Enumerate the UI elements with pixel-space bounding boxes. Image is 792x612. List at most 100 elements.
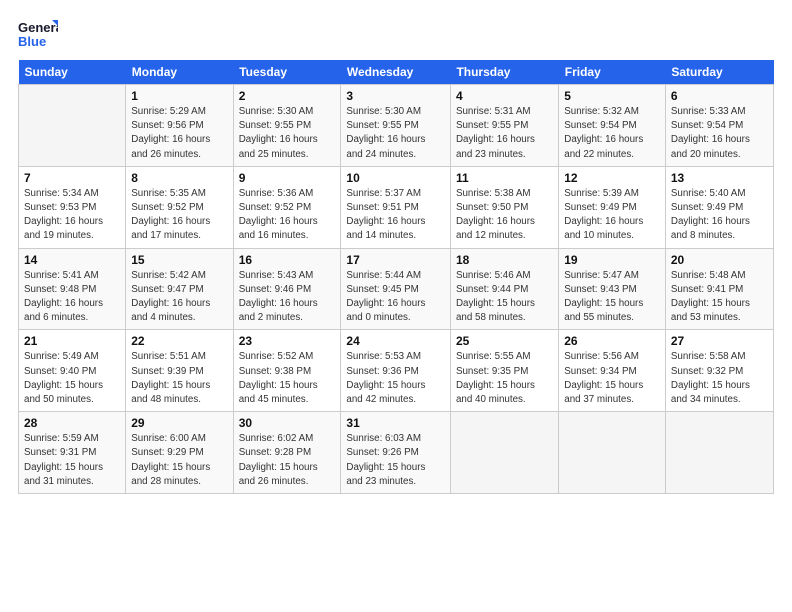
day-detail: Sunrise: 5:53 AMSunset: 9:36 PMDaylight:… xyxy=(346,350,445,407)
calendar-cell: 11 Sunrise: 5:38 AMSunset: 9:50 PMDayligh… xyxy=(450,166,558,248)
calendar-cell: 15 Sunrise: 5:42 AMSunset: 9:47 PMDayligh… xyxy=(126,248,233,330)
day-number: 10 xyxy=(346,171,445,185)
day-number: 20 xyxy=(671,253,768,267)
day-number: 21 xyxy=(24,334,120,348)
day-number: 4 xyxy=(456,89,553,103)
day-detail: Sunrise: 5:36 AMSunset: 9:52 PMDaylight:… xyxy=(239,187,336,244)
day-detail: Sunrise: 5:37 AMSunset: 9:51 PMDaylight:… xyxy=(346,187,445,244)
weekday-header-row: SundayMondayTuesdayWednesdayThursdayFrid… xyxy=(19,60,774,85)
day-number: 1 xyxy=(131,89,227,103)
day-number: 13 xyxy=(671,171,768,185)
day-number: 2 xyxy=(239,89,336,103)
calendar-cell: 25 Sunrise: 5:55 AMSunset: 9:35 PMDayligh… xyxy=(450,330,558,412)
weekday-header-sunday: Sunday xyxy=(19,60,126,85)
svg-text:Blue: Blue xyxy=(18,34,46,49)
day-detail: Sunrise: 5:33 AMSunset: 9:54 PMDaylight:… xyxy=(671,105,768,162)
day-number: 25 xyxy=(456,334,553,348)
day-number: 29 xyxy=(131,416,227,430)
calendar-cell: 28 Sunrise: 5:59 AMSunset: 9:31 PMDayligh… xyxy=(19,412,126,494)
calendar-table: SundayMondayTuesdayWednesdayThursdayFrid… xyxy=(18,60,774,494)
day-detail: Sunrise: 5:41 AMSunset: 9:48 PMDaylight:… xyxy=(24,269,120,326)
calendar-cell: 21 Sunrise: 5:49 AMSunset: 9:40 PMDayligh… xyxy=(19,330,126,412)
calendar-cell: 27 Sunrise: 5:58 AMSunset: 9:32 PMDayligh… xyxy=(665,330,773,412)
header: GeneralBlue xyxy=(18,18,774,50)
day-detail: Sunrise: 5:49 AMSunset: 9:40 PMDaylight:… xyxy=(24,350,120,407)
calendar-cell: 18Sunrise: 5:46 AMSunset: 9:44 PMDayligh… xyxy=(450,248,558,330)
calendar-cell: 7Sunrise: 5:34 AMSunset: 9:53 PMDaylight… xyxy=(19,166,126,248)
logo-svg: GeneralBlue xyxy=(18,18,58,50)
weekday-header-wednesday: Wednesday xyxy=(341,60,451,85)
weekday-header-tuesday: Tuesday xyxy=(233,60,341,85)
day-detail: Sunrise: 5:34 AMSunset: 9:53 PMDaylight:… xyxy=(24,187,120,244)
calendar-cell: 1 Sunrise: 5:29 AMSunset: 9:56 PMDaylight… xyxy=(126,85,233,167)
day-number: 30 xyxy=(239,416,336,430)
day-detail: Sunrise: 6:00 AMSunset: 9:29 PMDaylight:… xyxy=(131,432,227,489)
calendar-cell: 19Sunrise: 5:47 AMSunset: 9:43 PMDayligh… xyxy=(559,248,666,330)
day-number: 9 xyxy=(239,171,336,185)
calendar-cell: 5Sunrise: 5:32 AMSunset: 9:54 PMDaylight… xyxy=(559,85,666,167)
day-number: 15 xyxy=(131,253,227,267)
calendar-cell: 9 Sunrise: 5:36 AMSunset: 9:52 PMDaylight… xyxy=(233,166,341,248)
day-detail: Sunrise: 6:02 AMSunset: 9:28 PMDaylight:… xyxy=(239,432,336,489)
calendar-cell: 26Sunrise: 5:56 AMSunset: 9:34 PMDayligh… xyxy=(559,330,666,412)
day-number: 23 xyxy=(239,334,336,348)
day-detail: Sunrise: 5:38 AMSunset: 9:50 PMDaylight:… xyxy=(456,187,553,244)
calendar-cell: 23Sunrise: 5:52 AMSunset: 9:38 PMDayligh… xyxy=(233,330,341,412)
calendar-cell: 6 Sunrise: 5:33 AMSunset: 9:54 PMDaylight… xyxy=(665,85,773,167)
day-detail: Sunrise: 5:43 AMSunset: 9:46 PMDaylight:… xyxy=(239,269,336,326)
calendar-cell: 14 Sunrise: 5:41 AMSunset: 9:48 PMDayligh… xyxy=(19,248,126,330)
calendar-cell: 22Sunrise: 5:51 AMSunset: 9:39 PMDayligh… xyxy=(126,330,233,412)
calendar-cell xyxy=(665,412,773,494)
calendar-cell: 20 Sunrise: 5:48 AMSunset: 9:41 PMDayligh… xyxy=(665,248,773,330)
week-row-0: 1 Sunrise: 5:29 AMSunset: 9:56 PMDaylight… xyxy=(19,85,774,167)
day-detail: Sunrise: 5:48 AMSunset: 9:41 PMDaylight:… xyxy=(671,269,768,326)
day-number: 19 xyxy=(564,253,660,267)
day-detail: Sunrise: 5:31 AMSunset: 9:55 PMDaylight:… xyxy=(456,105,553,162)
day-detail: Sunrise: 5:30 AMSunset: 9:55 PMDaylight:… xyxy=(239,105,336,162)
weekday-header-friday: Friday xyxy=(559,60,666,85)
day-detail: Sunrise: 5:58 AMSunset: 9:32 PMDaylight:… xyxy=(671,350,768,407)
day-number: 24 xyxy=(346,334,445,348)
day-number: 14 xyxy=(24,253,120,267)
calendar-cell: 3Sunrise: 5:30 AMSunset: 9:55 PMDaylight… xyxy=(341,85,451,167)
logo: GeneralBlue xyxy=(18,18,58,50)
day-number: 27 xyxy=(671,334,768,348)
day-number: 6 xyxy=(671,89,768,103)
calendar-cell xyxy=(450,412,558,494)
day-detail: Sunrise: 5:29 AMSunset: 9:56 PMDaylight:… xyxy=(131,105,227,162)
week-row-1: 7Sunrise: 5:34 AMSunset: 9:53 PMDaylight… xyxy=(19,166,774,248)
calendar-container: GeneralBlue SundayMondayTuesdayWednesday… xyxy=(0,0,792,612)
calendar-cell: 16 Sunrise: 5:43 AMSunset: 9:46 PMDayligh… xyxy=(233,248,341,330)
day-number: 3 xyxy=(346,89,445,103)
day-number: 17 xyxy=(346,253,445,267)
day-detail: Sunrise: 5:39 AMSunset: 9:49 PMDaylight:… xyxy=(564,187,660,244)
day-detail: Sunrise: 5:56 AMSunset: 9:34 PMDaylight:… xyxy=(564,350,660,407)
week-row-3: 21 Sunrise: 5:49 AMSunset: 9:40 PMDayligh… xyxy=(19,330,774,412)
day-detail: Sunrise: 5:35 AMSunset: 9:52 PMDaylight:… xyxy=(131,187,227,244)
calendar-cell: 31 Sunrise: 6:03 AMSunset: 9:26 PMDayligh… xyxy=(341,412,451,494)
svg-text:General: General xyxy=(18,20,58,35)
day-detail: Sunrise: 5:59 AMSunset: 9:31 PMDaylight:… xyxy=(24,432,120,489)
day-detail: Sunrise: 5:44 AMSunset: 9:45 PMDaylight:… xyxy=(346,269,445,326)
day-number: 22 xyxy=(131,334,227,348)
calendar-cell: 4 Sunrise: 5:31 AMSunset: 9:55 PMDaylight… xyxy=(450,85,558,167)
calendar-cell xyxy=(19,85,126,167)
day-number: 31 xyxy=(346,416,445,430)
weekday-header-saturday: Saturday xyxy=(665,60,773,85)
day-number: 11 xyxy=(456,171,553,185)
day-detail: Sunrise: 5:42 AMSunset: 9:47 PMDaylight:… xyxy=(131,269,227,326)
day-number: 12 xyxy=(564,171,660,185)
calendar-cell: 2 Sunrise: 5:30 AMSunset: 9:55 PMDaylight… xyxy=(233,85,341,167)
week-row-2: 14 Sunrise: 5:41 AMSunset: 9:48 PMDayligh… xyxy=(19,248,774,330)
day-detail: Sunrise: 5:40 AMSunset: 9:49 PMDaylight:… xyxy=(671,187,768,244)
weekday-header-monday: Monday xyxy=(126,60,233,85)
calendar-cell: 10 Sunrise: 5:37 AMSunset: 9:51 PMDayligh… xyxy=(341,166,451,248)
calendar-cell: 24 Sunrise: 5:53 AMSunset: 9:36 PMDayligh… xyxy=(341,330,451,412)
day-number: 5 xyxy=(564,89,660,103)
weekday-header-thursday: Thursday xyxy=(450,60,558,85)
day-detail: Sunrise: 5:46 AMSunset: 9:44 PMDaylight:… xyxy=(456,269,553,326)
day-detail: Sunrise: 5:55 AMSunset: 9:35 PMDaylight:… xyxy=(456,350,553,407)
day-number: 28 xyxy=(24,416,120,430)
day-number: 16 xyxy=(239,253,336,267)
day-detail: Sunrise: 6:03 AMSunset: 9:26 PMDaylight:… xyxy=(346,432,445,489)
